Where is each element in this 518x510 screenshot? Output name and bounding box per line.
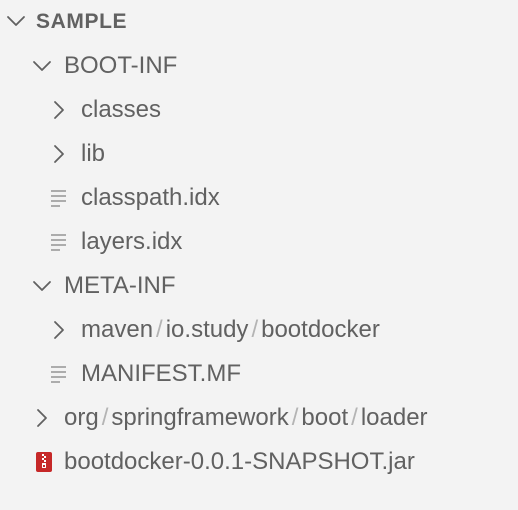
path-separator: / bbox=[291, 404, 299, 431]
path-segment-boot[interactable]: boot bbox=[301, 404, 348, 431]
chevron-right-icon bbox=[54, 321, 64, 339]
text-file-icon bbox=[51, 234, 66, 251]
chevron-down-icon bbox=[33, 281, 51, 291]
tree-item-label: MANIFEST.MF bbox=[81, 360, 241, 387]
path-segment-springframework[interactable]: springframework bbox=[111, 404, 288, 431]
tree-item-label: BOOT-INF bbox=[64, 52, 178, 79]
tree-item-label: classes bbox=[81, 96, 162, 123]
text-file-icon bbox=[51, 190, 66, 207]
path-separator: / bbox=[101, 404, 109, 431]
explorer-tree: SAMPLE BOOT-INF classes lib classpath.id… bbox=[0, 0, 518, 510]
tree-item-label: bootdocker-0.0.1-SNAPSHOT.jar bbox=[64, 448, 415, 475]
tree-item-lib[interactable]: lib bbox=[0, 132, 518, 176]
path-segment-maven[interactable]: maven bbox=[81, 316, 153, 343]
section-header-sample[interactable]: SAMPLE bbox=[0, 0, 518, 44]
path-separator: / bbox=[351, 404, 358, 431]
section-title: SAMPLE bbox=[36, 10, 128, 33]
tree-item-boot-inf[interactable]: BOOT-INF bbox=[0, 44, 518, 88]
tree-item-org-compact-path[interactable]: org / springframework / boot / loader bbox=[0, 396, 518, 440]
tree-item-layers-idx[interactable]: layers.idx bbox=[0, 220, 518, 264]
tree-item-meta-inf[interactable]: META-INF bbox=[0, 264, 518, 308]
chevron-down-icon bbox=[7, 16, 25, 26]
path-separator: / bbox=[156, 316, 163, 343]
tree-item-manifest-mf[interactable]: MANIFEST.MF bbox=[0, 352, 518, 396]
text-file-icon bbox=[51, 366, 66, 383]
chevron-right-icon bbox=[54, 145, 64, 163]
compact-path-label: org / springframework / boot / loader bbox=[64, 402, 428, 434]
tree-item-classpath-idx[interactable]: classpath.idx bbox=[0, 176, 518, 220]
tree-item-label: layers.idx bbox=[81, 228, 183, 255]
tree-item-jar-file[interactable]: bootdocker-0.0.1-SNAPSHOT.jar bbox=[0, 440, 518, 484]
tree-item-classes[interactable]: classes bbox=[0, 88, 518, 132]
tree-item-label: classpath.idx bbox=[81, 184, 220, 211]
path-separator: / bbox=[251, 316, 259, 343]
path-segment-io-study[interactable]: io.study bbox=[166, 316, 249, 343]
chevron-right-icon bbox=[37, 409, 47, 427]
compact-path-label: maven / io.study / bootdocker bbox=[81, 314, 380, 346]
tree-item-maven-compact-path[interactable]: maven / io.study / bootdocker bbox=[0, 308, 518, 352]
path-segment-bootdocker[interactable]: bootdocker bbox=[261, 316, 380, 343]
tree-item-label: META-INF bbox=[64, 272, 176, 299]
path-segment-org[interactable]: org bbox=[64, 404, 99, 431]
path-segment-loader[interactable]: loader bbox=[361, 404, 428, 431]
chevron-right-icon bbox=[54, 101, 64, 119]
chevron-down-icon bbox=[33, 61, 51, 71]
tree-item-label: lib bbox=[81, 140, 106, 167]
zip-archive-icon bbox=[36, 452, 52, 472]
